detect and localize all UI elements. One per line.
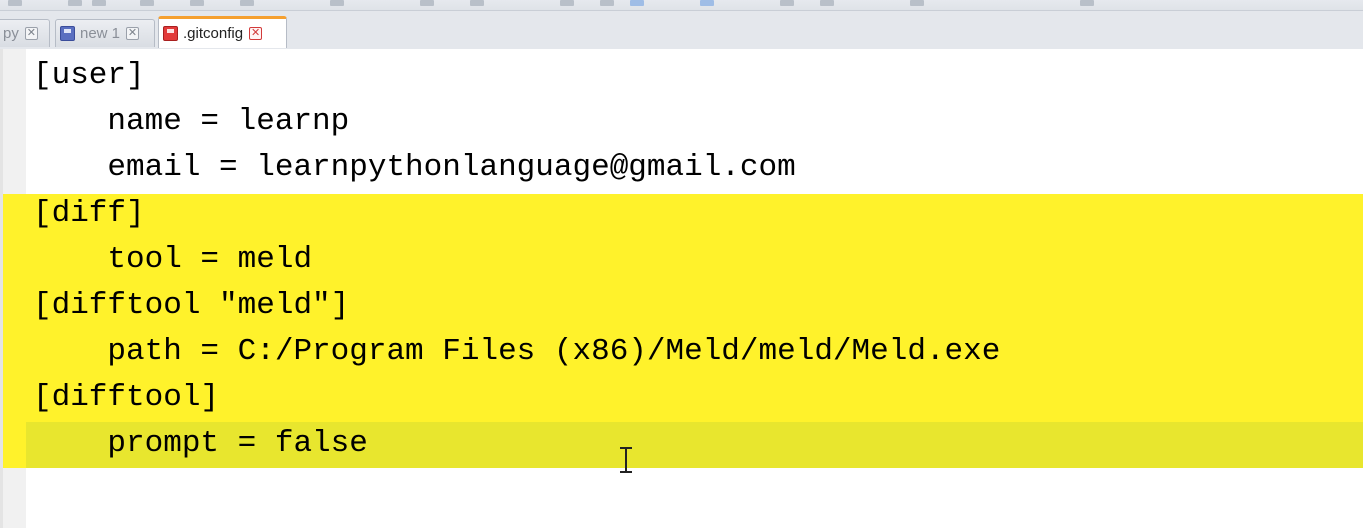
toolbar-button-icon[interactable]: [420, 0, 434, 6]
save-disk-icon: [60, 26, 75, 41]
close-icon[interactable]: ✕: [126, 27, 140, 40]
toolbar-button-icon[interactable]: [92, 0, 106, 6]
text-cursor-icon: [619, 447, 633, 475]
code-line[interactable]: [user]: [33, 53, 145, 99]
unsaved-disk-icon: [163, 26, 178, 41]
toolbar-button-icon[interactable]: [700, 0, 714, 6]
toolbar-button-icon[interactable]: [240, 0, 254, 6]
toolbar-button-icon[interactable]: [630, 0, 644, 6]
toolbar-button-icon[interactable]: [68, 0, 82, 6]
code-line[interactable]: [diff]: [33, 191, 145, 237]
code-line[interactable]: tool = meld: [33, 237, 312, 283]
code-line[interactable]: [difftool]: [33, 375, 219, 421]
tab-label: py: [3, 25, 19, 42]
close-icon[interactable]: ✕: [24, 27, 38, 40]
code-line[interactable]: [difftool "meld"]: [33, 283, 349, 329]
toolbar-button-icon[interactable]: [330, 0, 344, 6]
toolbar-button-icon[interactable]: [600, 0, 614, 6]
toolbar-button-icon[interactable]: [190, 0, 204, 6]
code-line[interactable]: prompt = false: [33, 421, 367, 467]
text-editor[interactable]: [user] name = learnp email = learnpython…: [0, 49, 1363, 528]
tab-label: new 1: [80, 25, 121, 42]
tab-gitconfig[interactable]: .gitconfig ✕: [158, 16, 287, 48]
toolbar-button-icon[interactable]: [470, 0, 484, 6]
close-icon[interactable]: ✕: [249, 27, 263, 40]
toolbar-button-icon[interactable]: [560, 0, 574, 6]
toolbar-button-icon[interactable]: [1080, 0, 1094, 6]
toolbar-button-icon[interactable]: [910, 0, 924, 6]
toolbar-button-icon[interactable]: [780, 0, 794, 6]
notepad-plus-plus-window: py ✕ new 1 ✕ .gitconfig ✕ [user] name = …: [0, 0, 1363, 528]
toolbar: [0, 0, 1363, 11]
tab-py[interactable]: py ✕: [0, 19, 50, 47]
code-line[interactable]: path = C:/Program Files (x86)/Meld/meld/…: [33, 329, 1000, 375]
code-line[interactable]: name = learnp: [33, 99, 349, 145]
toolbar-button-icon[interactable]: [820, 0, 834, 6]
toolbar-button-icon[interactable]: [140, 0, 154, 6]
tab-new-1[interactable]: new 1 ✕: [55, 19, 155, 47]
code-line[interactable]: email = learnpythonlanguage@gmail.com: [33, 145, 795, 191]
tab-label: .gitconfig: [183, 25, 244, 42]
toolbar-button-icon[interactable]: [8, 0, 22, 6]
document-tab-bar: py ✕ new 1 ✕ .gitconfig ✕: [0, 11, 1363, 60]
